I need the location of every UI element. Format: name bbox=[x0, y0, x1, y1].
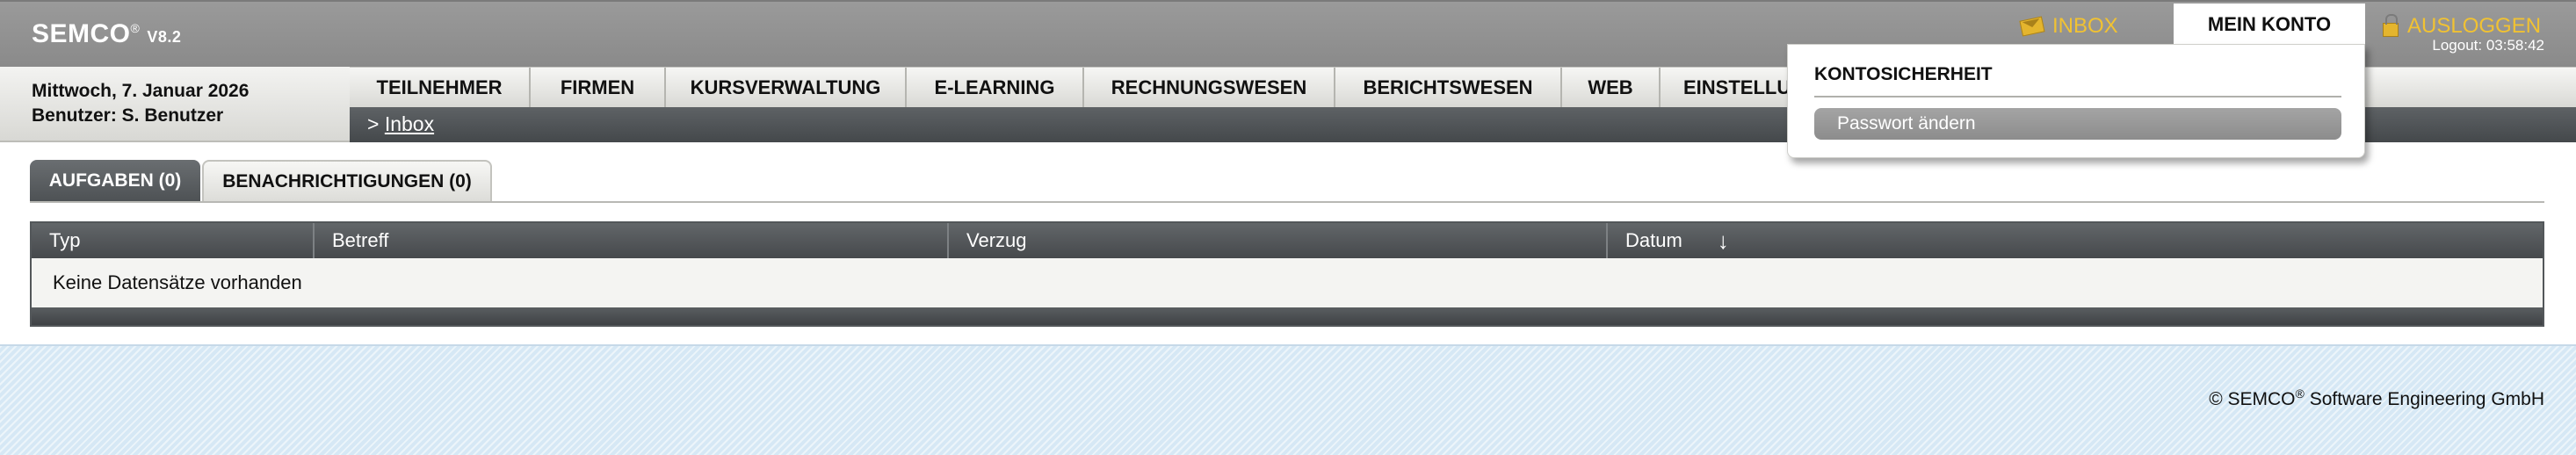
logout-timer: Logout: 03:58:42 bbox=[2432, 37, 2544, 54]
column-betreff[interactable]: Betreff bbox=[315, 223, 949, 258]
sort-down-icon: ↓ bbox=[1717, 227, 1729, 254]
nav-item-berichtswesen[interactable]: BERICHTSWESEN bbox=[1335, 68, 1562, 108]
tab-label: AUFGABEN (0) bbox=[48, 170, 182, 191]
nav-label: FIRMEN bbox=[560, 76, 635, 98]
version-label: V8.2 bbox=[147, 28, 182, 46]
brand-logo: SEMCO® V8.2 bbox=[32, 19, 181, 49]
nav-label: BERICHTSWESEN bbox=[1363, 76, 1533, 98]
table-footer bbox=[32, 307, 2543, 325]
dropdown-section-title: KONTOSICHERHEIT bbox=[1814, 64, 1993, 84]
nav-item-kursverwaltung[interactable]: KURSVERWALTUNG bbox=[666, 68, 907, 108]
my-account-menu[interactable]: MEIN KONTO bbox=[2174, 4, 2365, 46]
nav-label: WEB bbox=[1588, 76, 1633, 98]
copyright-suffix: Software Engineering GmbH bbox=[2304, 389, 2544, 409]
column-label: Verzug bbox=[966, 229, 1027, 251]
breadcrumb-inbox-link[interactable]: Inbox bbox=[385, 112, 434, 135]
column-label: Typ bbox=[49, 229, 81, 251]
nav-label: TEILNEHMER bbox=[376, 76, 503, 98]
breadcrumb-prefix: > bbox=[367, 112, 380, 135]
column-datum[interactable]: Datum ↓ bbox=[1608, 223, 2543, 258]
nav-label: RECHNUNGSWESEN bbox=[1111, 76, 1307, 98]
breadcrumb: > Inbox bbox=[367, 112, 434, 136]
copyright-mark: ® bbox=[2295, 386, 2305, 401]
inbox-table: Typ Betreff Verzug Datum ↓ Keine Datensä… bbox=[30, 221, 2544, 327]
nav-item-web[interactable]: WEB bbox=[1562, 68, 1661, 108]
tab-divider bbox=[30, 201, 2544, 203]
nav-item-teilnehmer[interactable]: TEILNEHMER bbox=[350, 68, 531, 108]
column-label: Datum bbox=[1625, 229, 1682, 251]
column-typ[interactable]: Typ bbox=[32, 223, 315, 258]
table-body: Keine Datensätze vorhanden bbox=[32, 258, 2543, 307]
current-user: Benutzer: S. Benutzer bbox=[32, 105, 224, 126]
brand-name: SEMCO bbox=[32, 19, 131, 48]
column-label: Betreff bbox=[332, 229, 389, 251]
inbox-link[interactable]: INBOX bbox=[2019, 9, 2118, 44]
logout-label: AUSLOGGEN bbox=[2407, 14, 2542, 38]
my-account-label: MEIN KONTO bbox=[2207, 13, 2332, 35]
nav-item-e-learning[interactable]: E-LEARNING bbox=[907, 68, 1084, 108]
copyright-prefix: © SEMCO bbox=[2209, 389, 2296, 409]
nav-item-firmen[interactable]: FIRMEN bbox=[531, 68, 666, 108]
empty-message: Keine Datensätze vorhanden bbox=[53, 271, 302, 293]
nav-label: E-LEARNING bbox=[934, 76, 1055, 98]
inbox-label: INBOX bbox=[2052, 14, 2118, 38]
nav-label: KURSVERWALTUNG bbox=[690, 76, 881, 98]
page-footer: © SEMCO® Software Engineering GmbH bbox=[0, 344, 2576, 455]
current-date: Mittwoch, 7. Januar 2026 bbox=[32, 81, 250, 101]
table-header: Typ Betreff Verzug Datum ↓ bbox=[32, 223, 2543, 258]
change-password-item[interactable]: Passwort ändern bbox=[1814, 108, 2341, 140]
brand-mark: ® bbox=[130, 21, 141, 35]
lock-icon bbox=[2383, 14, 2399, 37]
dropdown-divider bbox=[1814, 96, 2341, 98]
nav-item-rechnungswesen[interactable]: RECHNUNGSWESEN bbox=[1084, 68, 1335, 108]
mail-icon bbox=[2019, 16, 2045, 37]
dropdown-item-label: Passwort ändern bbox=[1837, 113, 1976, 134]
account-dropdown: KONTOSICHERHEIT Passwort ändern bbox=[1787, 44, 2365, 158]
tab-aufgaben[interactable]: AUFGABEN (0) bbox=[30, 160, 200, 202]
tab-benachrichtigungen[interactable]: BENACHRICHTIGUNGEN (0) bbox=[202, 160, 492, 202]
tab-label: BENACHRICHTIGUNGEN (0) bbox=[222, 171, 472, 191]
copyright-text: © SEMCO® Software Engineering GmbH bbox=[2209, 386, 2544, 410]
column-verzug[interactable]: Verzug bbox=[949, 223, 1608, 258]
session-info: Mittwoch, 7. Januar 2026 Benutzer: S. Be… bbox=[0, 67, 350, 142]
